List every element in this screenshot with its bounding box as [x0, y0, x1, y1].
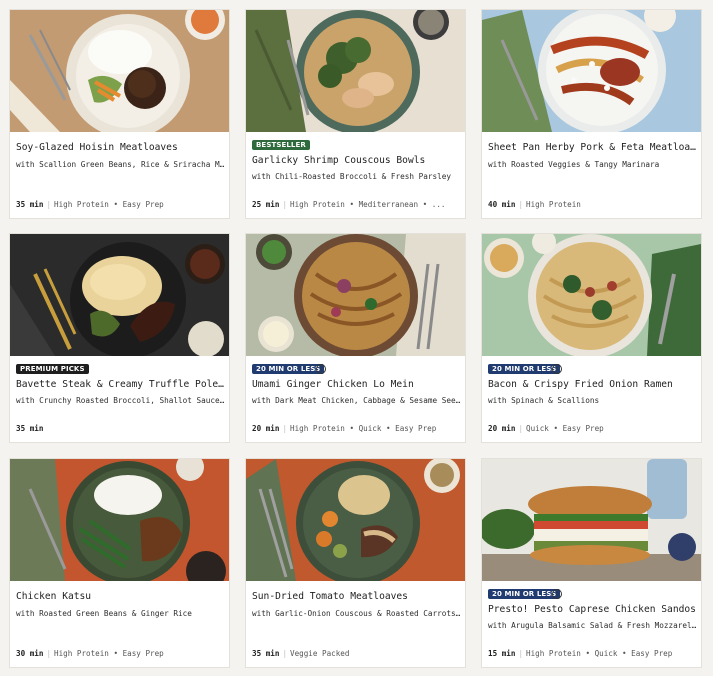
recipe-tags: Veggie Packed: [290, 649, 350, 658]
info-icon[interactable]: i: [316, 364, 326, 374]
recipe-meta: 35 min: [16, 424, 228, 433]
recipe-photo[interactable]: [482, 459, 701, 581]
recipe-card-bavette-steak-creamy-truffle-polenta[interactable]: PREMIUM PICKS Bavette Steak & Creamy Tru…: [9, 233, 230, 443]
recipe-tags: Quick • Easy Prep: [526, 424, 604, 433]
bestseller-badge: BESTSELLER: [252, 140, 310, 150]
recipe-meta: 35 min | Veggie Packed: [252, 649, 464, 658]
recipe-title[interactable]: Bacon & Crispy Fried Onion Ramen: [488, 379, 698, 390]
meal-photo-illustration: [246, 459, 465, 581]
recipe-title[interactable]: Sun-Dried Tomato Meatloaves: [252, 591, 462, 602]
recipe-tags: High Protein • Quick • Easy Prep: [526, 649, 673, 658]
recipe-title[interactable]: Bavette Steak & Creamy Truffle Polenta: [16, 379, 226, 390]
meta-separator: |: [518, 649, 524, 658]
meal-photo-illustration: [482, 10, 701, 132]
meta-separator: |: [518, 200, 524, 209]
recipe-photo[interactable]: [10, 459, 229, 581]
recipe-time: 15 min: [488, 649, 516, 658]
meal-photo-illustration: [482, 459, 701, 581]
recipe-title[interactable]: Garlicky Shrimp Couscous Bowls: [252, 155, 462, 166]
recipe-subtitle: with Chili-Roasted Broccoli & Fresh Pars…: [252, 172, 452, 181]
recipe-meta: 25 min | High Protein • Mediterranean • ..…: [252, 200, 464, 209]
meal-photo-illustration: [246, 10, 465, 132]
recipe-time: 20 min: [488, 424, 516, 433]
recipe-time: 30 min: [16, 649, 44, 658]
recipe-meta: 20 min | High Protein • Quick • Easy Prep: [252, 424, 464, 433]
recipe-photo[interactable]: [246, 459, 465, 581]
info-icon[interactable]: i: [552, 589, 562, 599]
recipe-photo[interactable]: [482, 10, 701, 132]
20-min-or-less-badge: 20 MIN OR LESS: [488, 364, 561, 374]
meta-separator: |: [518, 424, 524, 433]
meta-separator: |: [46, 200, 52, 209]
recipe-meta: 30 min | High Protein • Easy Prep: [16, 649, 228, 658]
recipe-tags: High Protein • Quick • Easy Prep: [290, 424, 437, 433]
recipe-tags: High Protein • Easy Prep: [54, 200, 164, 209]
meal-photo-illustration: [10, 234, 229, 356]
20-min-or-less-badge: 20 MIN OR LESS: [252, 364, 325, 374]
recipe-time: 25 min: [252, 200, 280, 209]
recipe-meta: 35 min | High Protein • Easy Prep: [16, 200, 228, 209]
recipe-time: 35 min: [16, 424, 44, 433]
recipe-photo[interactable]: [246, 234, 465, 356]
recipe-card-sheet-pan-herby-pork-feta-meatloaves[interactable]: Sheet Pan Herby Pork & Feta Meatloaves w…: [481, 9, 702, 219]
recipe-photo[interactable]: [10, 234, 229, 356]
meal-photo-illustration: [482, 234, 701, 356]
recipe-meta: 20 min | Quick • Easy Prep: [488, 424, 700, 433]
meta-separator: |: [282, 200, 288, 209]
recipe-title[interactable]: Umami Ginger Chicken Lo Mein: [252, 379, 462, 390]
recipe-time: 35 min: [252, 649, 280, 658]
meal-photo-illustration: [10, 10, 229, 132]
recipe-time: 35 min: [16, 200, 44, 209]
recipe-subtitle: with Garlic-Onion Couscous & Roasted Car…: [252, 609, 462, 618]
recipe-title[interactable]: Sheet Pan Herby Pork & Feta Meatloaves: [488, 142, 698, 153]
recipe-subtitle: with Arugula Balsamic Salad & Fresh Mozz…: [488, 621, 698, 630]
recipe-title[interactable]: Soy-Glazed Hoisin Meatloaves: [16, 142, 226, 153]
recipe-photo[interactable]: [246, 10, 465, 132]
recipe-subtitle: with Crunchy Roasted Broccoli, Shallot S…: [16, 396, 226, 405]
recipe-subtitle: with Roasted Veggies & Tangy Marinara: [488, 160, 660, 169]
meta-separator: |: [282, 649, 288, 658]
recipe-photo[interactable]: [10, 10, 229, 132]
recipe-meta: 40 min | High Protein: [488, 200, 700, 209]
recipe-title[interactable]: Presto! Pesto Caprese Chicken Sandos: [488, 604, 698, 615]
recipe-subtitle: with Spinach & Scallions: [488, 396, 600, 405]
recipe-time: 40 min: [488, 200, 516, 209]
recipe-title[interactable]: Chicken Katsu: [16, 591, 226, 602]
info-icon[interactable]: i: [552, 364, 562, 374]
20-min-or-less-badge: 20 MIN OR LESS: [488, 589, 561, 599]
recipe-card-presto-pesto-caprese-chicken-sandos[interactable]: 20 MIN OR LESS i Presto! Pesto Caprese C…: [481, 458, 702, 668]
recipe-card-sun-dried-tomato-meatloaves[interactable]: Sun-Dried Tomato Meatloaves with Garlic-…: [245, 458, 466, 668]
recipe-card-umami-ginger-chicken-lo-mein[interactable]: 20 MIN OR LESS i Umami Ginger Chicken Lo…: [245, 233, 466, 443]
recipe-subtitle: with Roasted Green Beans & Ginger Rice: [16, 609, 192, 618]
meal-photo-illustration: [246, 234, 465, 356]
recipe-card-bacon-crispy-fried-onion-ramen[interactable]: 20 MIN OR LESS i Bacon & Crispy Fried On…: [481, 233, 702, 443]
meta-separator: |: [46, 649, 52, 658]
recipe-card-soy-glazed-hoisin-meatloaves[interactable]: Soy-Glazed Hoisin Meatloaves with Scalli…: [9, 9, 230, 219]
recipe-tags: High Protein • Easy Prep: [54, 649, 164, 658]
recipe-subtitle: with Dark Meat Chicken, Cabbage & Sesame…: [252, 396, 462, 405]
meal-photo-illustration: [10, 459, 229, 581]
recipe-card-chicken-katsu[interactable]: Chicken Katsu with Roasted Green Beans &…: [9, 458, 230, 668]
recipe-time: 20 min: [252, 424, 280, 433]
recipe-tags: High Protein • Mediterranean • ...: [290, 200, 446, 209]
recipe-photo[interactable]: [482, 234, 701, 356]
recipe-tags: High Protein: [526, 200, 581, 209]
meta-separator: |: [282, 424, 288, 433]
recipe-meta: 15 min | High Protein • Quick • Easy Prep: [488, 649, 700, 658]
recipe-subtitle: with Scallion Green Beans, Rice & Srirac…: [16, 160, 226, 169]
premium-picks-badge: PREMIUM PICKS: [16, 364, 89, 374]
recipe-card-garlicky-shrimp-couscous-bowls[interactable]: BESTSELLER Garlicky Shrimp Couscous Bowl…: [245, 9, 466, 219]
